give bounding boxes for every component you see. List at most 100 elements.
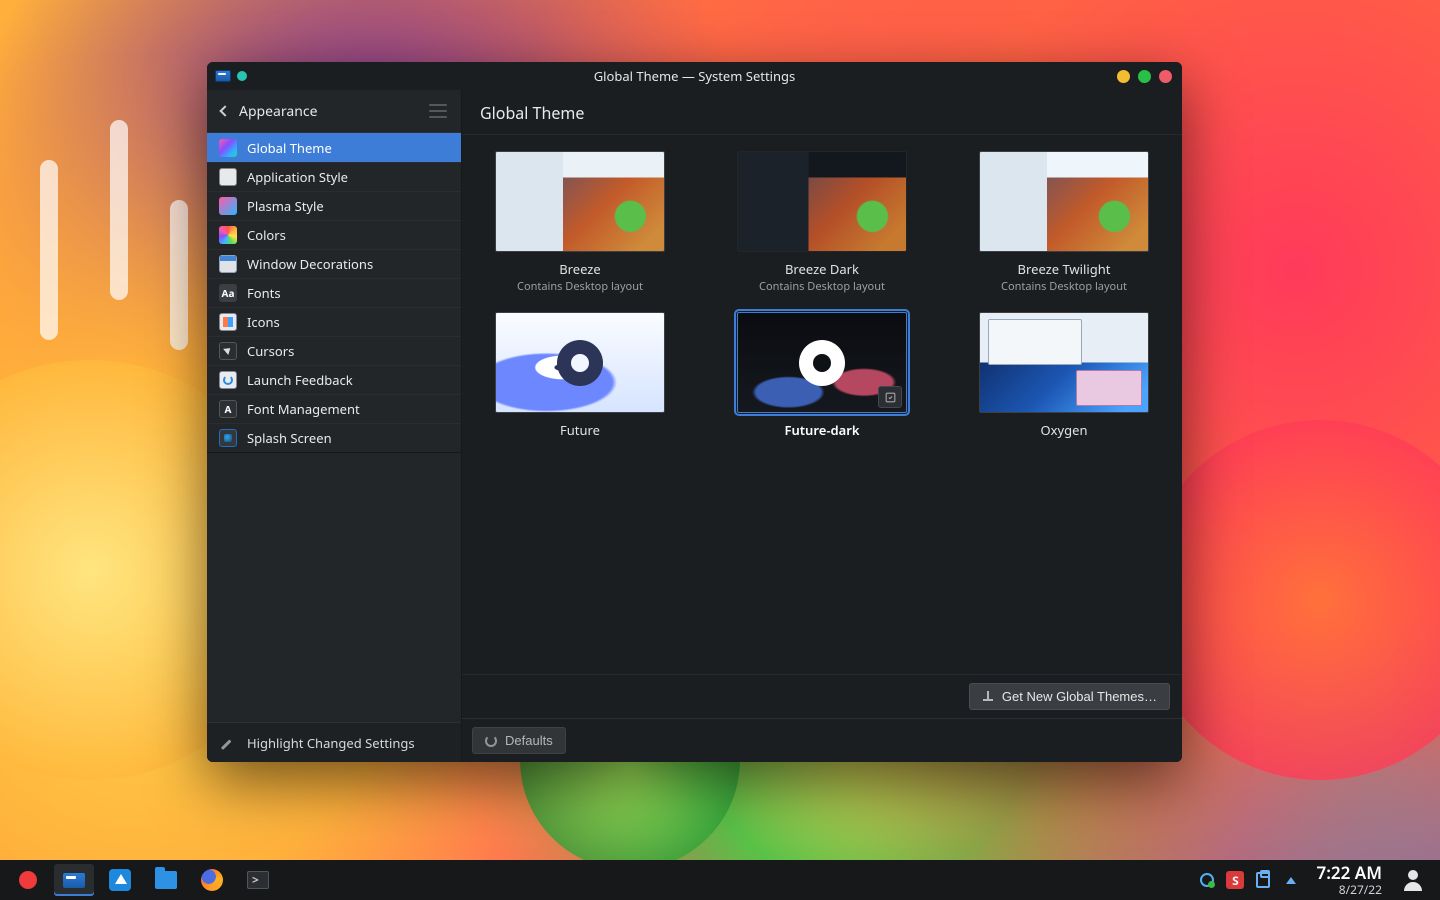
taskbar-clock[interactable]: 7:22 AM 8/27/22 [1316,864,1382,896]
sidebar-item-label: Launch Feedback [247,371,353,389]
footer-row: Defaults [462,718,1182,762]
sidebar-item-global-theme[interactable]: Global Theme [207,133,461,162]
font-management-icon: A [219,400,237,418]
taskbar: S 7:22 AM 8/27/22 [0,860,1440,900]
theme-label: Oxygen [1040,421,1087,439]
breadcrumb-label: Appearance [239,102,318,121]
launch-feedback-icon [219,371,237,389]
colors-icon [219,226,237,244]
get-new-themes-button[interactable]: Get New Global Themes… [969,683,1170,710]
sidebar-item-application-style[interactable]: Application Style [207,162,461,191]
theme-card-breeze-twilight[interactable]: Breeze Twilight Contains Desktop layout [969,151,1159,294]
wallpaper-decoration [110,120,128,300]
file-manager-icon [155,871,177,889]
taskbar-screen-recorder[interactable] [8,864,48,896]
tray-expand[interactable] [1282,871,1300,889]
theme-label: Future [560,421,600,439]
icons-icon [219,313,237,331]
sidebar-item-label: Cursors [247,342,294,360]
global-theme-icon [219,139,237,157]
sidebar-item-plasma-style[interactable]: Plasma Style [207,191,461,220]
sidebar: Appearance Global Theme Application Styl… [207,90,462,762]
page-title: Global Theme [462,90,1182,135]
sidebar-item-label: Font Management [247,400,360,418]
clipboard-icon [1256,872,1270,888]
defaults-button[interactable]: Defaults [472,727,566,754]
maximize-button[interactable] [1138,70,1151,83]
app-icon [215,70,231,82]
theme-thumbnail [737,151,907,252]
sidebar-item-icons[interactable]: Icons [207,307,461,336]
updates-icon [1200,873,1214,887]
keep-above-toggle[interactable] [237,71,247,81]
taskbar-discover[interactable] [100,864,140,896]
firefox-icon [201,869,223,891]
theme-sublabel: Contains Desktop layout [759,279,885,294]
theme-card-future-dark[interactable]: Future-dark [727,312,917,439]
theme-sublabel: Contains Desktop layout [517,279,643,294]
sidebar-item-fonts[interactable]: Aa Fonts [207,278,461,307]
theme-card-breeze[interactable]: Breeze Contains Desktop layout [485,151,675,294]
taskbar-system-settings[interactable] [54,864,94,896]
application-style-icon [219,168,237,186]
theme-label: Future-dark [784,421,859,439]
desktop-wallpaper: Global Theme — System Settings Appearanc… [0,0,1440,900]
sidebar-item-label: Application Style [247,168,348,186]
action-row: Get New Global Themes… [462,674,1182,718]
discover-icon [109,869,131,891]
window-title: Global Theme — System Settings [207,67,1182,85]
sidebar-item-label: Colors [247,226,286,244]
splash-screen-icon [219,429,237,447]
download-icon [982,691,994,703]
sidebar-item-label: Global Theme [247,139,332,157]
wallpaper-decoration [170,200,188,350]
sidebar-item-window-decorations[interactable]: Window Decorations [207,249,461,278]
close-button[interactable] [1159,70,1172,83]
sidebar-item-colors[interactable]: Colors [207,220,461,249]
sidebar-item-font-management[interactable]: A Font Management [207,394,461,423]
clock-date: 8/27/22 [1316,883,1382,896]
taskbar-user-session[interactable] [1402,869,1424,891]
sidebar-item-cursors[interactable]: Cursors [207,336,461,365]
defaults-label: Defaults [505,733,553,748]
theme-thumbnail [495,151,665,252]
terminal-icon [247,871,269,889]
main-panel: Global Theme Breeze Contains Desktop lay… [462,90,1182,762]
theme-thumbnail [495,312,665,413]
sidebar-item-label: Window Decorations [247,255,373,273]
fonts-icon: Aa [219,284,237,302]
tray-input-method[interactable]: S [1226,871,1244,889]
theme-configure-button[interactable] [878,386,902,408]
highlight-changed-settings[interactable]: Highlight Changed Settings [207,722,461,762]
tray-clipboard[interactable] [1254,871,1272,889]
sidebar-item-label: Fonts [247,284,281,302]
titlebar[interactable]: Global Theme — System Settings [207,62,1182,90]
clock-time: 7:22 AM [1316,864,1382,883]
wallpaper-decoration [40,160,58,340]
sidebar-item-splash-screen[interactable]: Splash Screen [207,423,461,452]
reset-icon [485,735,497,747]
theme-card-future[interactable]: Future [485,312,675,439]
system-settings-icon [63,873,85,888]
taskbar-konsole[interactable] [238,864,278,896]
breadcrumb[interactable]: Appearance [207,90,461,132]
cursors-icon [219,342,237,360]
plasma-style-icon [219,197,237,215]
hamburger-icon[interactable] [429,104,447,118]
theme-card-oxygen[interactable]: Oxygen [969,312,1159,439]
theme-grid-container: Breeze Contains Desktop layout Breeze Da… [462,135,1182,674]
tray-updates[interactable] [1198,871,1216,889]
sidebar-nav: Global Theme Application Style Plasma St… [207,132,461,453]
sogou-icon: S [1226,871,1244,889]
taskbar-firefox[interactable] [192,864,232,896]
sidebar-item-label: Splash Screen [247,429,332,447]
back-icon[interactable] [219,105,230,116]
minimize-button[interactable] [1117,70,1130,83]
record-icon [19,871,37,889]
theme-thumbnail [979,151,1149,252]
theme-thumbnail [737,312,907,413]
theme-card-breeze-dark[interactable]: Breeze Dark Contains Desktop layout [727,151,917,294]
sidebar-item-launch-feedback[interactable]: Launch Feedback [207,365,461,394]
taskbar-dolphin[interactable] [146,864,186,896]
window-decorations-icon [219,255,237,273]
